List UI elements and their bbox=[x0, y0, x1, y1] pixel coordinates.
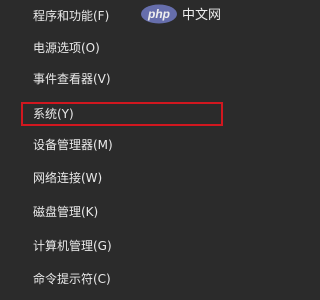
context-menu: 程序和功能(F) 电源选项(O) 事件查看器(V) 系统(Y) 设备管理器(M)… bbox=[0, 0, 227, 300]
menu-item-system[interactable]: 系统(Y) bbox=[21, 102, 223, 126]
php-watermark-logo: php 中文网 bbox=[139, 3, 229, 25]
menu-item-command-prompt[interactable]: 命令提示符(C) bbox=[0, 264, 227, 294]
menu-item-label: 系统(Y) bbox=[33, 107, 74, 121]
menu-item-label: 电源选项(O) bbox=[33, 41, 100, 55]
menu-item-computer-management[interactable]: 计算机管理(G) bbox=[0, 231, 227, 261]
menu-item-label: 网络连接(W) bbox=[33, 171, 103, 185]
menu-item-device-manager[interactable]: 设备管理器(M) bbox=[0, 130, 227, 160]
menu-item-power-options[interactable]: 电源选项(O) bbox=[0, 33, 227, 63]
menu-item-label: 事件查看器(V) bbox=[33, 72, 111, 86]
menu-item-network-connections[interactable]: 网络连接(W) bbox=[0, 163, 227, 193]
menu-item-label: 设备管理器(M) bbox=[33, 138, 113, 152]
menu-item-label: 计算机管理(G) bbox=[33, 239, 112, 253]
menu-item-event-viewer[interactable]: 事件查看器(V) bbox=[0, 64, 227, 94]
menu-item-disk-management[interactable]: 磁盘管理(K) bbox=[0, 197, 227, 227]
menu-item-label: 磁盘管理(K) bbox=[33, 205, 99, 219]
svg-text:php: php bbox=[147, 7, 170, 21]
menu-item-label: 命令提示符(C) bbox=[33, 272, 111, 286]
menu-item-label: 程序和功能(F) bbox=[33, 9, 110, 23]
svg-text:中文网: 中文网 bbox=[182, 8, 221, 23]
